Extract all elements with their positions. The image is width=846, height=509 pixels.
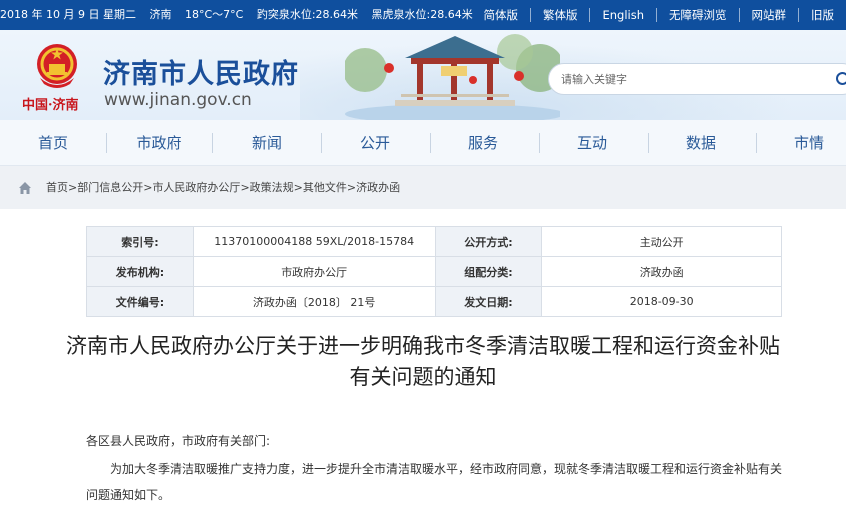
link-english[interactable]: English	[589, 8, 656, 22]
china-jinan-logo-text: 中国·济南	[22, 98, 79, 113]
heihu-spring-level: 黑虎泉水位:28.64米	[371, 8, 473, 21]
issue-date-label: 发文日期:	[434, 286, 543, 317]
main-nav: 首页 市政府 新闻 公开 服务 互动 数据 市情	[0, 120, 846, 166]
nav-government[interactable]: 市政府	[124, 120, 194, 166]
nav-divider	[212, 133, 213, 153]
breadcrumb-current[interactable]: 济政办函	[356, 166, 400, 209]
site-title[interactable]: 济南市人民政府	[103, 52, 299, 91]
nav-data[interactable]: 数据	[666, 120, 736, 166]
breadcrumb-general-office[interactable]: 市人民政府办公厅	[152, 166, 240, 209]
nav-divider	[756, 133, 757, 153]
issue-date-value: 2018-09-30	[541, 286, 782, 317]
table-row: 发布机构: 市政府办公厅 组配分类: 济政办函	[86, 256, 782, 287]
current-date: 2018 年 10 月 9 日 星期二	[0, 8, 136, 21]
top-info: 2018 年 10 月 9 日 星期二 济南 18°C～7°C 趵突泉水位:28…	[0, 0, 483, 30]
breadcrumb: 首页 > 部门信息公开 > 市人民政府办公厅 > 政策法规 > 其他文件 > 济政办函	[18, 166, 400, 209]
document-meta-table: 索引号: 11370100004188 59XL/2018-15784 公开方式…	[86, 226, 782, 317]
breadcrumb-home[interactable]: 首页	[46, 166, 68, 209]
nav-divider	[539, 133, 540, 153]
nav-divider	[430, 133, 431, 153]
nav-divider	[648, 133, 649, 153]
index-label: 索引号:	[86, 226, 194, 257]
weather-temperature: 18°C～7°C	[184, 8, 244, 21]
breadcrumb-other-docs[interactable]: 其他文件	[303, 166, 347, 209]
doc-number-label: 文件编号:	[86, 286, 194, 317]
top-links: 简体版 繁体版 English 无障碍浏览 网站群 旧版	[471, 0, 846, 30]
publicity-value: 主动公开	[541, 226, 782, 257]
search-input[interactable]	[561, 64, 821, 94]
site-header: 中国·济南 济南市人民政府 www.jinan.gov.cn	[0, 30, 846, 120]
nav-divider	[106, 133, 107, 153]
link-traditional[interactable]: 繁体版	[529, 8, 590, 22]
document-greeting: 各区县人民政府，市政府有关部门:	[86, 434, 271, 448]
home-icon	[19, 181, 31, 194]
link-accessibility[interactable]: 无障碍浏览	[656, 8, 739, 22]
weather-city: 济南	[149, 8, 172, 21]
link-simplified[interactable]: 简体版	[471, 8, 530, 22]
breadcrumb-dept-info[interactable]: 部门信息公开	[77, 166, 143, 209]
nav-divider	[321, 133, 322, 153]
document-paragraph: 为加大冬季清洁取暖推广支持力度，进一步提升全市清洁取暖水平，经市政府同意，现就冬…	[86, 462, 783, 502]
publisher-label: 发布机构:	[86, 256, 194, 287]
category-value: 济政办函	[541, 256, 782, 287]
doc-number-value: 济政办函〔2018〕 21号	[192, 286, 436, 317]
nav-interaction[interactable]: 互动	[557, 120, 627, 166]
link-old-version[interactable]: 旧版	[798, 8, 846, 22]
top-bar: 2018 年 10 月 9 日 星期二 济南 18°C～7°C 趵突泉水位:28…	[0, 0, 846, 30]
baotu-spring-level: 趵突泉水位:28.64米	[256, 8, 359, 21]
nav-home[interactable]: 首页	[18, 120, 88, 166]
search-box	[548, 63, 846, 95]
link-site-group[interactable]: 网站群	[738, 8, 799, 22]
publicity-label: 公开方式:	[434, 226, 543, 257]
document-title: 济南市人民政府办公厅关于进一步明确我市冬季清洁取暖工程和运行资金补贴有关问题的通…	[66, 334, 780, 389]
national-emblem-icon[interactable]	[34, 40, 80, 92]
table-row: 文件编号: 济政办函〔2018〕 21号 发文日期: 2018-09-30	[86, 286, 782, 317]
nav-public[interactable]: 公开	[340, 120, 410, 166]
nav-services[interactable]: 服务	[448, 120, 518, 166]
index-value: 11370100004188 59XL/2018-15784	[192, 226, 436, 257]
table-row: 索引号: 11370100004188 59XL/2018-15784 公开方式…	[86, 226, 782, 257]
pavilion-illustration	[345, 34, 560, 120]
site-url: www.jinan.gov.cn	[104, 90, 252, 110]
publisher-value: 市政府办公厅	[192, 256, 436, 287]
nav-city-info[interactable]: 市情	[774, 120, 844, 166]
breadcrumb-bar: 首页 > 部门信息公开 > 市人民政府办公厅 > 政策法规 > 其他文件 > 济政办函	[0, 166, 846, 209]
category-label: 组配分类:	[434, 256, 543, 287]
nav-news[interactable]: 新闻	[232, 120, 302, 166]
breadcrumb-policies[interactable]: 政策法规	[250, 166, 294, 209]
search-icon[interactable]	[835, 71, 846, 89]
